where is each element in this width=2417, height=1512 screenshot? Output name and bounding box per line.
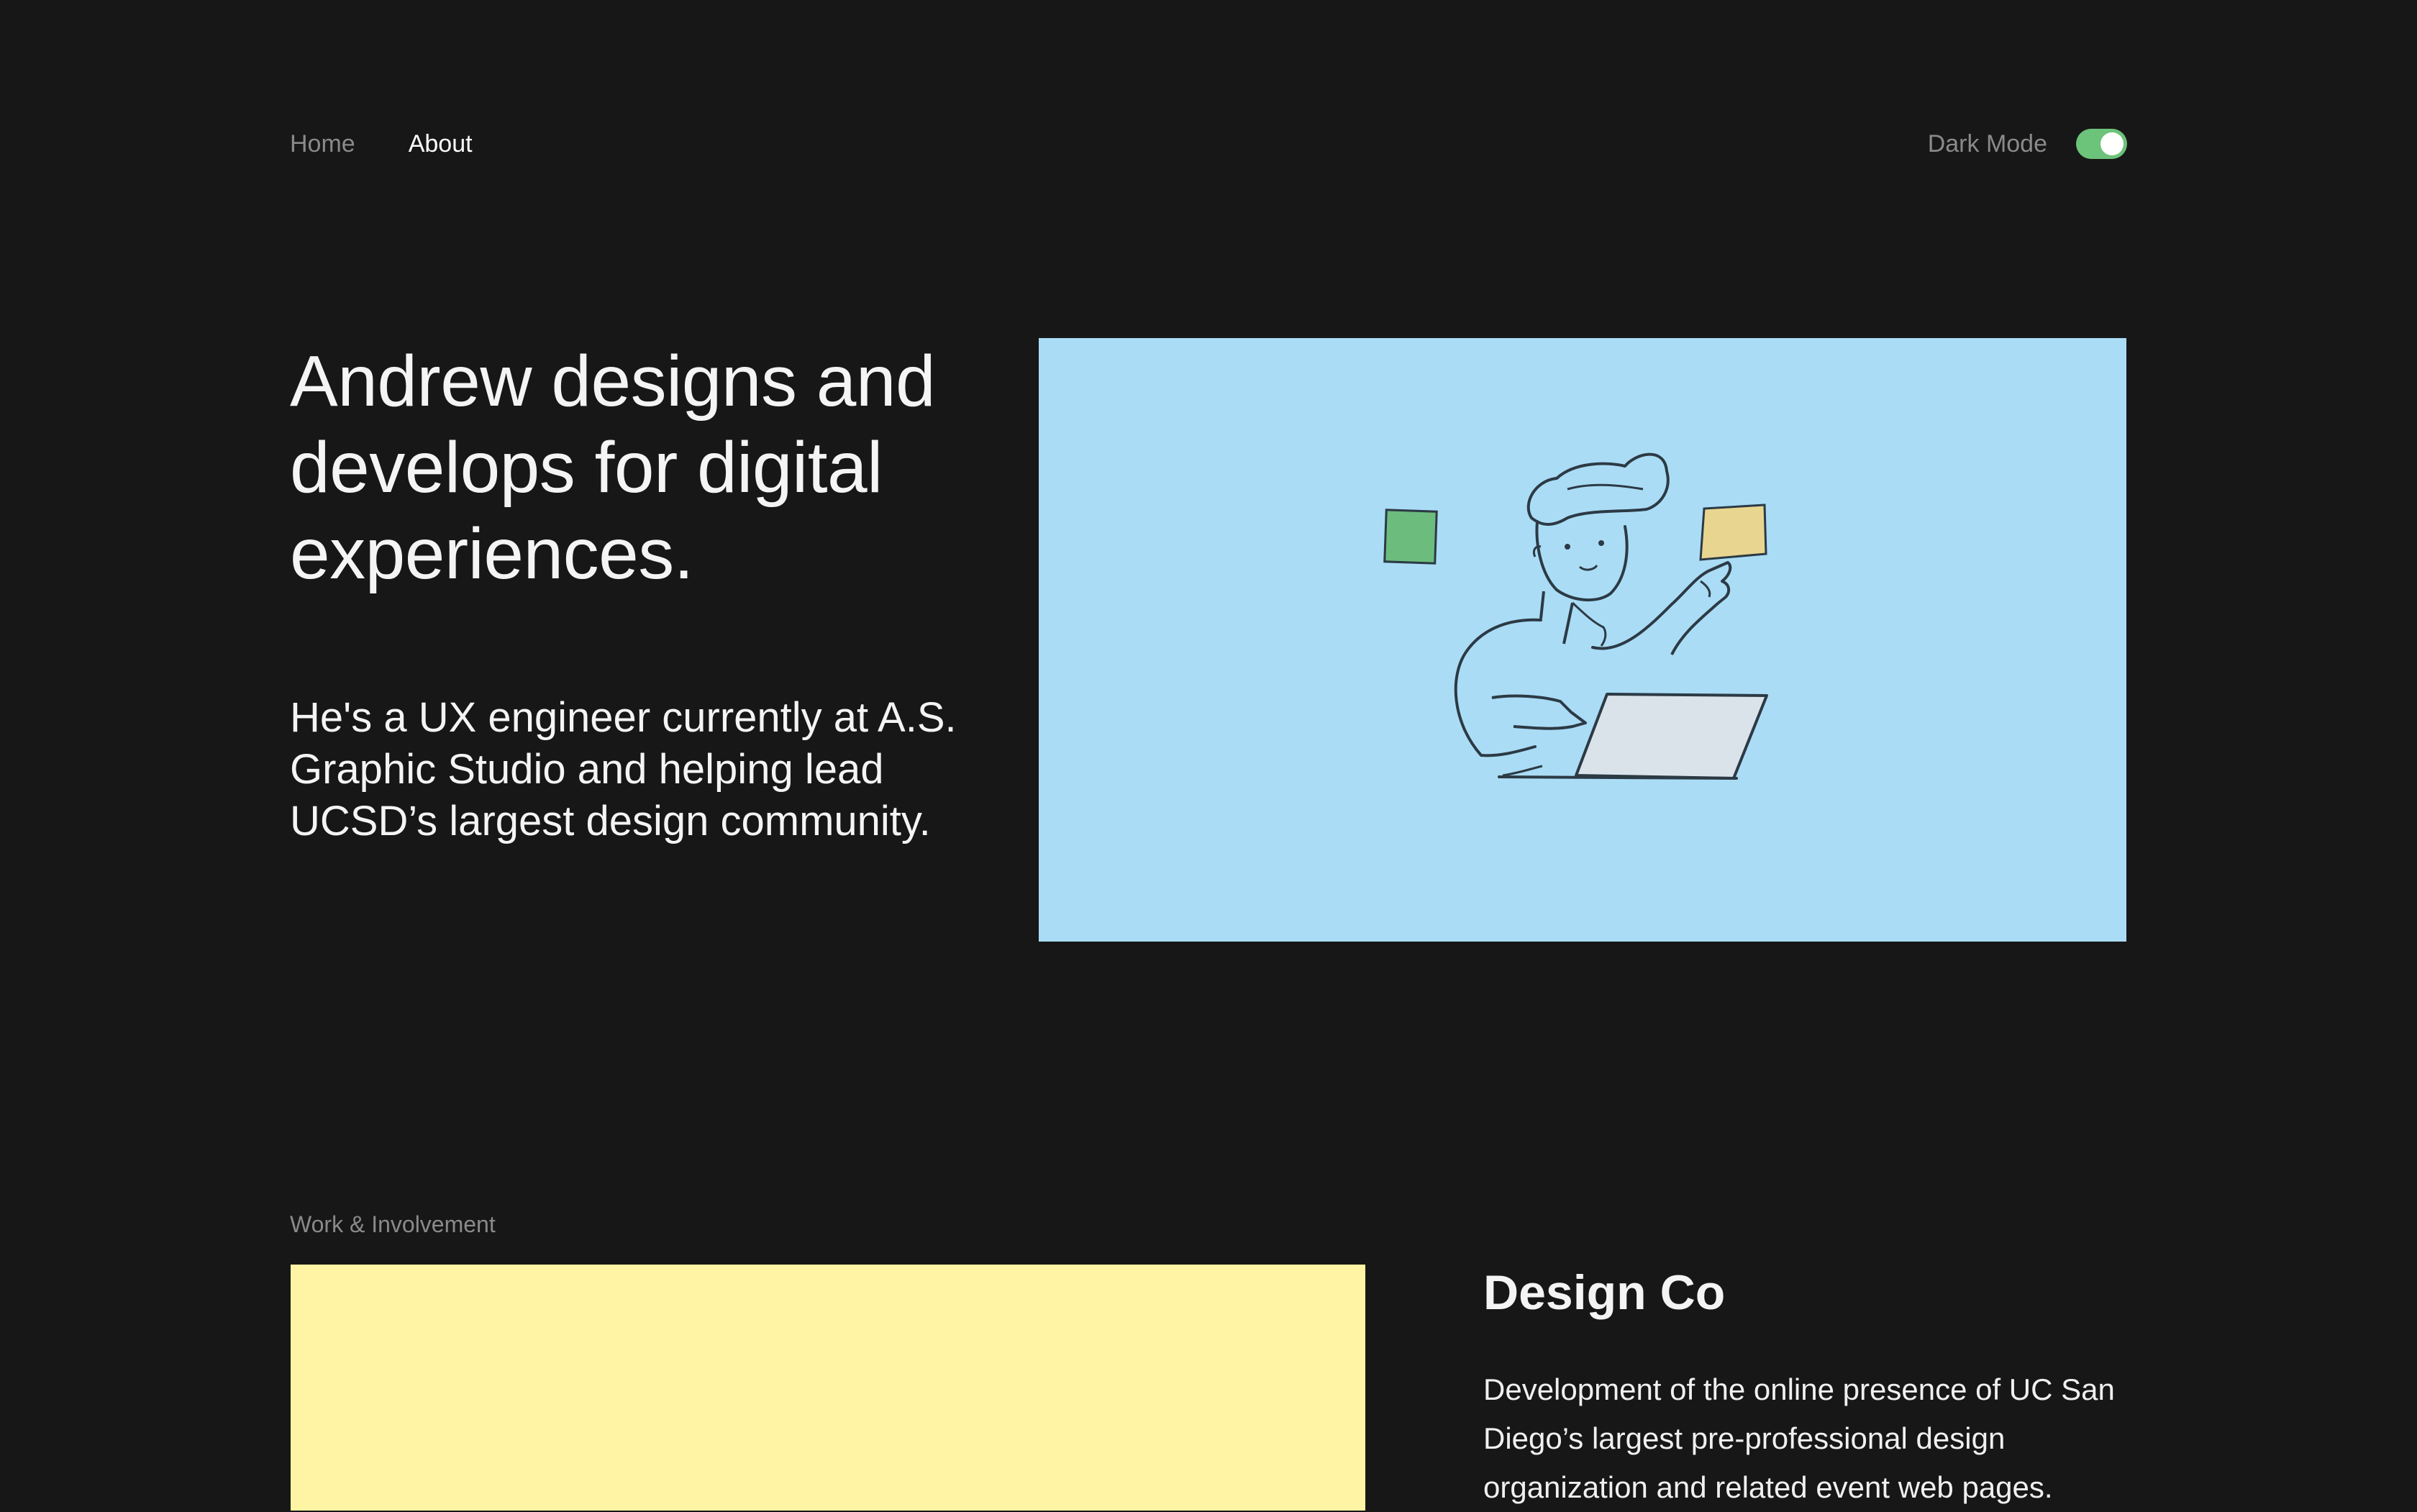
green-note: [1383, 509, 1438, 565]
dark-mode-label: Dark Mode: [1927, 129, 2047, 158]
hair: [1526, 452, 1670, 526]
work-item-description: Development of the online presence of UC…: [1483, 1372, 2115, 1504]
nav-links: Home About: [290, 124, 526, 164]
hero-illustration: [1039, 338, 2126, 942]
torso: [1454, 618, 1542, 757]
hero-title: Andrew designs and develops for digital …: [290, 341, 936, 594]
raised-arm: [1591, 561, 1732, 650]
face: [1535, 520, 1629, 602]
yellow-note: [1699, 504, 1767, 561]
dark-mode-toggle[interactable]: [2076, 129, 2127, 159]
toggle-knob: [2100, 132, 2124, 155]
section-label-work: Work & Involvement: [290, 1211, 496, 1237]
nav-link-about[interactable]: About: [409, 124, 473, 164]
dark-mode-control: Dark Mode: [1928, 124, 2127, 164]
about-page: Home About Dark Mode Andrew designs and …: [0, 0, 2417, 1511]
hero-subtitle: He's a UX engineer currently at A.S. Gra…: [290, 694, 957, 844]
design-co-preview[interactable]: [291, 1265, 1365, 1511]
top-nav: Home About Dark Mode: [290, 124, 2127, 164]
person-at-laptop-illustration: [1383, 452, 1768, 780]
nav-link-home[interactable]: Home: [290, 124, 355, 164]
laptop: [1575, 693, 1768, 780]
work-item-title[interactable]: Design Co: [1483, 1262, 1725, 1323]
